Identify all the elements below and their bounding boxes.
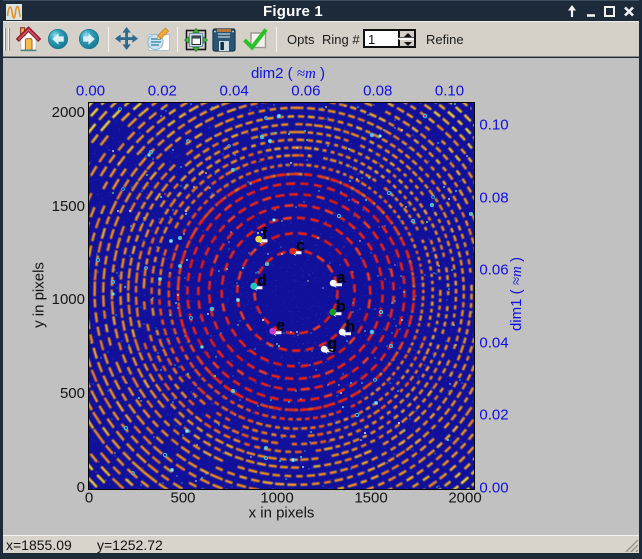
svg-text:d: d [257,273,267,290]
svg-text:e: e [276,318,285,335]
svg-text:f: f [262,226,268,243]
svg-text:b: b [336,299,346,316]
svg-text:c: c [296,238,305,255]
svg-text:g: g [328,336,338,353]
svg-text:a: a [337,270,346,287]
svg-text:h: h [346,319,356,336]
